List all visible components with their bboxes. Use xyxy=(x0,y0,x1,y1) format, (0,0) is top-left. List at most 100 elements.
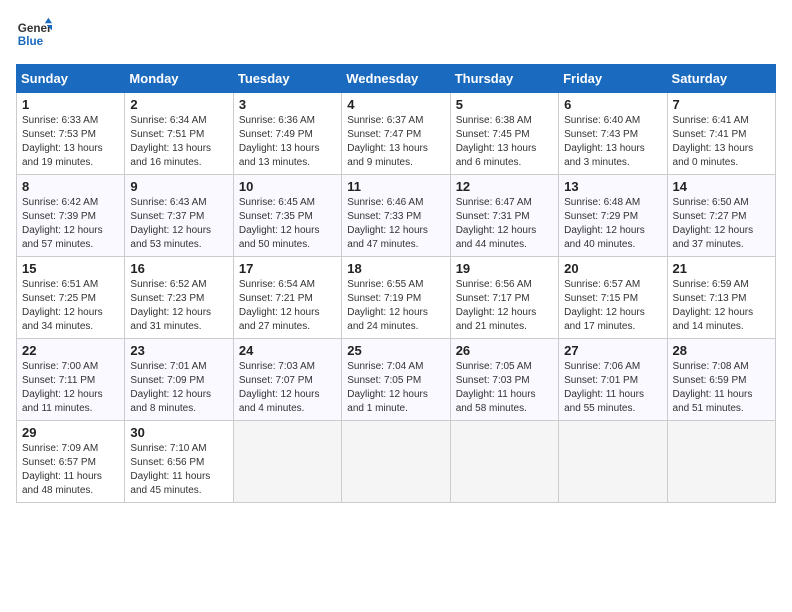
logo-icon: General Blue xyxy=(16,16,52,52)
day-number: 13 xyxy=(564,179,661,194)
week-row-5: 29 Sunrise: 7:09 AMSunset: 6:57 PMDayligh… xyxy=(17,421,776,503)
calendar-cell: 6Sunrise: 6:40 AMSunset: 7:43 PMDaylight… xyxy=(559,93,667,175)
day-number: 5 xyxy=(456,97,553,112)
day-number: 20 xyxy=(564,261,661,276)
column-header-thursday: Thursday xyxy=(450,65,558,93)
day-number: 21 xyxy=(673,261,770,276)
calendar-cell: 7Sunrise: 6:41 AMSunset: 7:41 PMDaylight… xyxy=(667,93,775,175)
calendar-cell: 25Sunrise: 7:04 AMSunset: 7:05 PMDayligh… xyxy=(342,339,450,421)
calendar-cell: 26Sunrise: 7:05 AMSunset: 7:03 PMDayligh… xyxy=(450,339,558,421)
day-number: 15 xyxy=(22,261,119,276)
calendar-cell: 19Sunrise: 6:56 AMSunset: 7:17 PMDayligh… xyxy=(450,257,558,339)
calendar-cell: 10 Sunrise: 6:45 AMSunset: 7:35 PMDayligh… xyxy=(233,175,341,257)
day-number: 14 xyxy=(673,179,770,194)
calendar-cell: 23 Sunrise: 7:01 AMSunset: 7:09 PMDayligh… xyxy=(125,339,233,421)
day-number: 28 xyxy=(673,343,770,358)
day-number: 23 xyxy=(130,343,227,358)
column-header-friday: Friday xyxy=(559,65,667,93)
calendar-cell: 4Sunrise: 6:37 AMSunset: 7:47 PMDaylight… xyxy=(342,93,450,175)
cell-text: Sunrise: 6:50 AMSunset: 7:27 PMDaylight:… xyxy=(673,196,770,252)
cell-text: Sunrise: 7:04 AMSunset: 7:05 PMDaylight:… xyxy=(347,360,444,416)
cell-text: Sunrise: 7:00 AMSunset: 7:11 PMDaylight:… xyxy=(22,360,119,416)
svg-text:General: General xyxy=(18,22,52,35)
day-number: 7 xyxy=(673,97,770,112)
cell-text: Sunrise: 6:57 AMSunset: 7:15 PMDaylight:… xyxy=(564,278,661,334)
day-number: 17 xyxy=(239,261,336,276)
column-header-monday: Monday xyxy=(125,65,233,93)
cell-text: Sunrise: 6:42 AMSunset: 7:39 PMDaylight:… xyxy=(22,196,119,252)
column-header-wednesday: Wednesday xyxy=(342,65,450,93)
cell-text: Sunrise: 6:56 AMSunset: 7:17 PMDaylight:… xyxy=(456,278,553,334)
cell-text: Sunrise: 6:33 AMSunset: 7:53 PMDaylight:… xyxy=(22,114,119,170)
calendar-cell xyxy=(559,421,667,503)
day-number: 8 xyxy=(22,179,119,194)
calendar-cell: 30 Sunrise: 7:10 AMSunset: 6:56 PMDayligh… xyxy=(125,421,233,503)
cell-text: Sunrise: 6:43 AMSunset: 7:37 PMDaylight:… xyxy=(130,196,227,252)
cell-text: Sunrise: 7:01 AMSunset: 7:09 PMDaylight:… xyxy=(130,360,227,416)
calendar-cell: 28 Sunrise: 7:08 AMSunset: 6:59 PMDayligh… xyxy=(667,339,775,421)
cell-text: Sunrise: 6:37 AMSunset: 7:47 PMDaylight:… xyxy=(347,114,444,170)
calendar-cell: 24 Sunrise: 7:03 AMSunset: 7:07 PMDayligh… xyxy=(233,339,341,421)
page-header: General Blue xyxy=(16,16,776,52)
day-number: 10 xyxy=(239,179,336,194)
cell-text: Sunrise: 7:03 AMSunset: 7:07 PMDaylight:… xyxy=(239,360,336,416)
cell-text: Sunrise: 7:09 AMSunset: 6:57 PMDaylight:… xyxy=(22,442,119,498)
calendar-cell: 11 Sunrise: 6:46 AMSunset: 7:33 PMDayligh… xyxy=(342,175,450,257)
week-row-2: 8 Sunrise: 6:42 AMSunset: 7:39 PMDaylight… xyxy=(17,175,776,257)
cell-text: Sunrise: 6:45 AMSunset: 7:35 PMDaylight:… xyxy=(239,196,336,252)
calendar-cell: 17Sunrise: 6:54 AMSunset: 7:21 PMDayligh… xyxy=(233,257,341,339)
week-row-1: 1 Sunrise: 6:33 AMSunset: 7:53 PMDaylight… xyxy=(17,93,776,175)
calendar-cell: 15 Sunrise: 6:51 AMSunset: 7:25 PMDayligh… xyxy=(17,257,125,339)
calendar-cell xyxy=(233,421,341,503)
cell-text: Sunrise: 6:46 AMSunset: 7:33 PMDaylight:… xyxy=(347,196,444,252)
day-number: 2 xyxy=(130,97,227,112)
day-number: 3 xyxy=(239,97,336,112)
week-row-3: 15 Sunrise: 6:51 AMSunset: 7:25 PMDayligh… xyxy=(17,257,776,339)
calendar-cell: 22 Sunrise: 7:00 AMSunset: 7:11 PMDayligh… xyxy=(17,339,125,421)
cell-text: Sunrise: 6:55 AMSunset: 7:19 PMDaylight:… xyxy=(347,278,444,334)
cell-text: Sunrise: 6:52 AMSunset: 7:23 PMDaylight:… xyxy=(130,278,227,334)
day-number: 18 xyxy=(347,261,444,276)
calendar-cell: 13 Sunrise: 6:48 AMSunset: 7:29 PMDayligh… xyxy=(559,175,667,257)
cell-text: Sunrise: 7:06 AMSunset: 7:01 PMDaylight:… xyxy=(564,360,661,416)
logo: General Blue xyxy=(16,16,52,52)
day-number: 9 xyxy=(130,179,227,194)
calendar-cell: 1 Sunrise: 6:33 AMSunset: 7:53 PMDaylight… xyxy=(17,93,125,175)
calendar-cell: 27 Sunrise: 7:06 AMSunset: 7:01 PMDayligh… xyxy=(559,339,667,421)
day-number: 22 xyxy=(22,343,119,358)
cell-text: Sunrise: 6:47 AMSunset: 7:31 PMDaylight:… xyxy=(456,196,553,252)
day-number: 1 xyxy=(22,97,119,112)
calendar-cell: 12 Sunrise: 6:47 AMSunset: 7:31 PMDayligh… xyxy=(450,175,558,257)
calendar-cell: 20 Sunrise: 6:57 AMSunset: 7:15 PMDayligh… xyxy=(559,257,667,339)
calendar-cell: 29 Sunrise: 7:09 AMSunset: 6:57 PMDayligh… xyxy=(17,421,125,503)
cell-text: Sunrise: 6:48 AMSunset: 7:29 PMDaylight:… xyxy=(564,196,661,252)
cell-text: Sunrise: 6:51 AMSunset: 7:25 PMDaylight:… xyxy=(22,278,119,334)
column-header-tuesday: Tuesday xyxy=(233,65,341,93)
calendar-cell: 8 Sunrise: 6:42 AMSunset: 7:39 PMDaylight… xyxy=(17,175,125,257)
day-number: 12 xyxy=(456,179,553,194)
cell-text: Sunrise: 7:08 AMSunset: 6:59 PMDaylight:… xyxy=(673,360,770,416)
day-number: 6 xyxy=(564,97,661,112)
calendar-cell: 2 Sunrise: 6:34 AMSunset: 7:51 PMDaylight… xyxy=(125,93,233,175)
calendar-cell: 9 Sunrise: 6:43 AMSunset: 7:37 PMDaylight… xyxy=(125,175,233,257)
calendar-cell: 5 Sunrise: 6:38 AMSunset: 7:45 PMDaylight… xyxy=(450,93,558,175)
day-number: 29 xyxy=(22,425,119,440)
calendar-cell: 18 Sunrise: 6:55 AMSunset: 7:19 PMDayligh… xyxy=(342,257,450,339)
calendar-cell: 16 Sunrise: 6:52 AMSunset: 7:23 PMDayligh… xyxy=(125,257,233,339)
cell-text: Sunrise: 6:34 AMSunset: 7:51 PMDaylight:… xyxy=(130,114,227,170)
cell-text: Sunrise: 7:10 AMSunset: 6:56 PMDaylight:… xyxy=(130,442,227,498)
svg-text:Blue: Blue xyxy=(18,35,44,48)
column-header-saturday: Saturday xyxy=(667,65,775,93)
day-number: 11 xyxy=(347,179,444,194)
week-row-4: 22 Sunrise: 7:00 AMSunset: 7:11 PMDayligh… xyxy=(17,339,776,421)
day-number: 30 xyxy=(130,425,227,440)
cell-text: Sunrise: 6:38 AMSunset: 7:45 PMDaylight:… xyxy=(456,114,553,170)
calendar-cell xyxy=(450,421,558,503)
calendar-cell: 21Sunrise: 6:59 AMSunset: 7:13 PMDayligh… xyxy=(667,257,775,339)
day-number: 27 xyxy=(564,343,661,358)
calendar-table: SundayMondayTuesdayWednesdayThursdayFrid… xyxy=(16,64,776,503)
cell-text: Sunrise: 6:36 AMSunset: 7:49 PMDaylight:… xyxy=(239,114,336,170)
day-number: 16 xyxy=(130,261,227,276)
calendar-cell: 3 Sunrise: 6:36 AMSunset: 7:49 PMDaylight… xyxy=(233,93,341,175)
day-number: 24 xyxy=(239,343,336,358)
